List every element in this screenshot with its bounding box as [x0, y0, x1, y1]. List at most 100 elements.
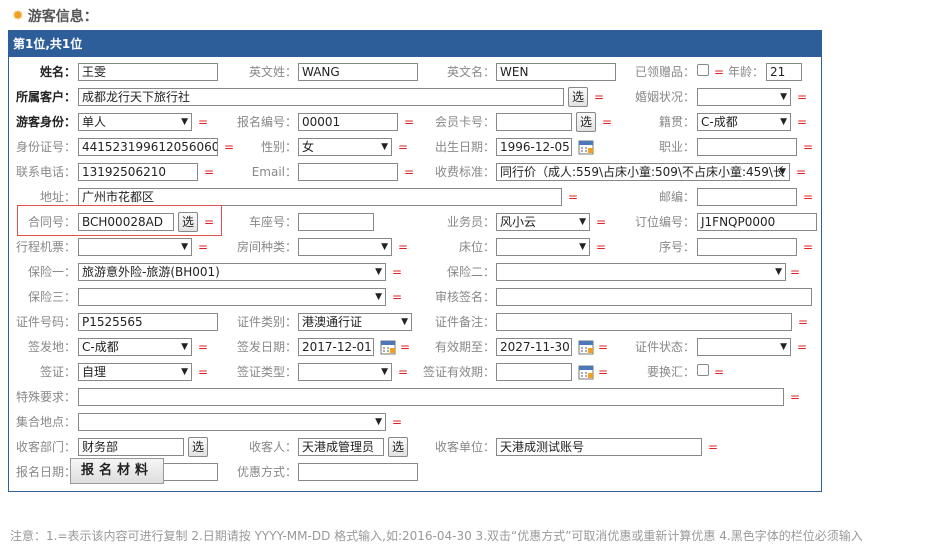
- visa-type-select[interactable]: ▼: [298, 363, 392, 381]
- label-postcode: 邮编：: [658, 190, 695, 204]
- seq-input[interactable]: [697, 238, 797, 256]
- dropdown-arrow-icon[interactable]: ▼: [181, 114, 188, 130]
- dropdown-arrow-icon[interactable]: ▼: [181, 339, 188, 355]
- dropdown-arrow-icon[interactable]: ▼: [375, 414, 382, 430]
- calendar-icon[interactable]: [380, 339, 396, 355]
- copy-marker: =: [392, 290, 403, 304]
- issue-date-input[interactable]: 2017-12-01: [298, 338, 374, 356]
- doc-type-select[interactable]: 港澳通行证 ▼: [298, 313, 412, 331]
- salesman-select[interactable]: 风小云 ▼: [496, 213, 590, 231]
- copy-marker: =: [803, 190, 814, 204]
- ins1-select[interactable]: 旅游意外险-旅游(BH001) ▼: [78, 263, 386, 281]
- bed-select[interactable]: ▼: [496, 238, 590, 256]
- registration-materials-button[interactable]: 报名材料: [70, 458, 164, 484]
- label-member_card: 会员卡号：: [434, 115, 495, 129]
- dropdown-arrow-icon[interactable]: ▼: [780, 89, 787, 105]
- dropdown-arrow-icon[interactable]: ▼: [181, 239, 188, 255]
- unit-input[interactable]: 天港成测试账号: [496, 438, 702, 456]
- label-discount: 优惠方式：: [236, 465, 297, 479]
- receiver-input[interactable]: 天港成管理员: [298, 438, 384, 456]
- copy-marker: =: [602, 115, 613, 129]
- dropdown-arrow-icon[interactable]: ▼: [375, 264, 382, 280]
- select-member-button[interactable]: 选: [576, 112, 596, 132]
- label-reg_no: 报名编号：: [236, 115, 297, 129]
- postcode-input[interactable]: [697, 188, 797, 206]
- gift-checkbox[interactable]: [697, 64, 709, 76]
- dropdown-arrow-icon[interactable]: ▼: [780, 114, 787, 130]
- age-input[interactable]: 21: [766, 63, 802, 81]
- label-receiver: 收客人：: [248, 440, 297, 454]
- email-input[interactable]: [298, 163, 398, 181]
- calendar-icon[interactable]: [578, 139, 594, 155]
- en-last-input[interactable]: WANG: [298, 63, 418, 81]
- flight-select[interactable]: ▼: [78, 238, 192, 256]
- special-input[interactable]: [78, 388, 784, 406]
- member-card-input[interactable]: [496, 113, 572, 131]
- discount-input[interactable]: [298, 463, 418, 481]
- label-issue_date: 签发日期：: [236, 340, 297, 354]
- visa-valid-input[interactable]: [496, 363, 572, 381]
- id-no-input[interactable]: 441523199612056060: [78, 138, 218, 156]
- dropdown-arrow-icon[interactable]: ▼: [775, 264, 782, 280]
- copy-marker: =: [594, 90, 605, 104]
- en-first-input[interactable]: WEN: [496, 63, 616, 81]
- doc-note-input[interactable]: [496, 313, 792, 331]
- doc-no-input[interactable]: P1525565: [78, 313, 218, 331]
- dropdown-arrow-icon[interactable]: ▼: [780, 339, 787, 355]
- copy-marker: =: [568, 190, 579, 204]
- doc-status-select[interactable]: ▼: [697, 338, 791, 356]
- reg-no-input[interactable]: 00001: [298, 113, 398, 131]
- copy-marker: =: [392, 265, 403, 279]
- dropdown-arrow-icon[interactable]: ▼: [381, 139, 388, 155]
- copy-marker: =: [392, 415, 403, 429]
- label-valid_to: 有效期至：: [434, 340, 495, 354]
- copy-marker: =: [404, 115, 415, 129]
- customer-input[interactable]: 成都龙行天下旅行社: [78, 88, 564, 106]
- phone-input[interactable]: 13192506210: [78, 163, 198, 181]
- identity-select[interactable]: 单人 ▼: [78, 113, 192, 131]
- select-dept-button[interactable]: 选: [188, 437, 208, 457]
- dept-input[interactable]: 财务部: [78, 438, 184, 456]
- dropdown-arrow-icon[interactable]: ▼: [375, 289, 382, 305]
- order-no-input[interactable]: J1FNQP0000: [697, 213, 817, 231]
- dropdown-arrow-icon[interactable]: ▼: [579, 214, 586, 230]
- gather-select[interactable]: ▼: [78, 413, 386, 431]
- visa-select[interactable]: 自理 ▼: [78, 363, 192, 381]
- ins3-select[interactable]: ▼: [78, 288, 386, 306]
- label-fee_std: 收费标准：: [434, 165, 495, 179]
- footer-note: 注意：1.=表示该内容可进行复制 2.日期请按 YYYY-MM-DD 格式输入,…: [10, 529, 863, 543]
- label-special: 特殊要求：: [15, 390, 76, 404]
- label-address: 地址：: [39, 190, 76, 204]
- gender-select[interactable]: 女 ▼: [298, 138, 392, 156]
- select-receiver-button[interactable]: 选: [388, 437, 408, 457]
- label-audit: 审核签名：: [434, 290, 495, 304]
- fee-std-select[interactable]: 同行价（成人:559\占床小童:509\不占床小童:459\长 ▼: [496, 163, 790, 181]
- exchange-checkbox[interactable]: [697, 364, 709, 376]
- native-select[interactable]: C-成都 ▼: [697, 113, 791, 131]
- issue-place-select[interactable]: C-成都 ▼: [78, 338, 192, 356]
- dropdown-arrow-icon[interactable]: ▼: [181, 364, 188, 380]
- marital-select[interactable]: ▼: [697, 88, 791, 106]
- label-native: 籍贯：: [658, 115, 695, 129]
- ins2-select[interactable]: ▼: [496, 263, 786, 281]
- name-input[interactable]: 王雯: [78, 63, 218, 81]
- audit-input[interactable]: [496, 288, 812, 306]
- valid-to-input[interactable]: 2027-11-30: [496, 338, 572, 356]
- job-input[interactable]: [697, 138, 797, 156]
- birth-input[interactable]: 1996-12-05: [496, 138, 572, 156]
- label-seq: 序号：: [658, 240, 695, 254]
- label-room: 房间种类：: [236, 240, 297, 254]
- dropdown-arrow-icon[interactable]: ▼: [779, 164, 786, 180]
- label-salesman: 业务员：: [446, 215, 495, 229]
- panel-title: 第1位,共1位: [9, 31, 821, 57]
- calendar-icon[interactable]: [578, 339, 594, 355]
- select-customer-button[interactable]: 选: [568, 87, 588, 107]
- address-input[interactable]: 广州市花都区: [78, 188, 562, 206]
- dropdown-arrow-icon[interactable]: ▼: [579, 239, 586, 255]
- seat-input[interactable]: [298, 213, 374, 231]
- room-select[interactable]: ▼: [298, 238, 392, 256]
- dropdown-arrow-icon[interactable]: ▼: [381, 364, 388, 380]
- calendar-icon[interactable]: [578, 364, 594, 380]
- dropdown-arrow-icon[interactable]: ▼: [401, 314, 408, 330]
- dropdown-arrow-icon[interactable]: ▼: [381, 239, 388, 255]
